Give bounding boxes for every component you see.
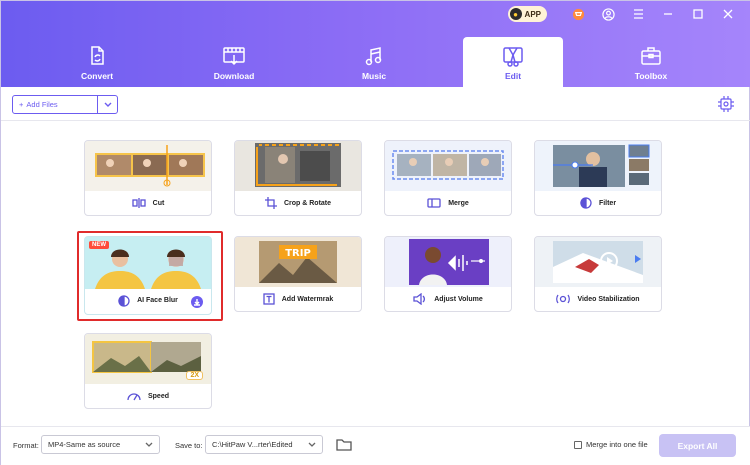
account-icon[interactable]: [593, 5, 623, 23]
filter-label: Filter: [598, 199, 617, 207]
tab-edit[interactable]: Edit: [463, 37, 563, 87]
header: ● APP Convert Download Music Edit Toolbo…: [1, 1, 750, 87]
export-all-button[interactable]: Export All: [659, 434, 736, 457]
maximize-icon[interactable]: [683, 5, 713, 23]
tab-label: Edit: [504, 71, 522, 81]
close-icon[interactable]: [713, 5, 743, 23]
card-label: Merge: [385, 191, 511, 215]
card-merge[interactable]: Merge: [384, 140, 512, 216]
format-label: Format:: [13, 441, 39, 450]
save-to-label: Save to:: [175, 441, 203, 450]
music-note-icon: [365, 47, 382, 66]
card-ai-face-blur[interactable]: NEW AI Face Blur: [84, 236, 212, 315]
tab-label: Convert: [80, 71, 114, 81]
speed-label: Speed: [147, 392, 169, 400]
card-cut[interactable]: Cut: [84, 140, 212, 216]
plus-icon: +: [19, 100, 24, 109]
feature-grid: Cut Crop & Rotate Merge Filter NEW AI Fa…: [1, 121, 750, 426]
merge-into-one-file[interactable]: Merge into one file: [574, 440, 648, 449]
merge-thumbnail: [385, 141, 511, 191]
format-value: MP4-Same as source: [48, 440, 121, 449]
convert-icon: [91, 46, 104, 65]
card-label: Adjust Volume: [385, 287, 511, 311]
merge-checkbox[interactable]: [574, 440, 582, 449]
new-badge: NEW: [89, 241, 109, 249]
filter-icon: [580, 197, 592, 209]
add-files-main-button[interactable]: + Add Files: [13, 96, 97, 113]
card-add-watermark[interactable]: TRIP Add Watermrak: [234, 236, 362, 312]
title-bar: ● APP: [507, 5, 743, 23]
speed-thumbnail: 2X: [85, 334, 211, 384]
crop-rotate-label: Crop & Rotate: [283, 199, 332, 207]
app-badge[interactable]: ● APP: [507, 6, 547, 22]
card-adjust-volume[interactable]: Adjust Volume: [384, 236, 512, 312]
video-stabilization-label: Video Stabilization: [577, 295, 640, 303]
stabilization-thumbnail: [535, 237, 661, 287]
card-label: Video Stabilization: [535, 287, 661, 311]
filter-thumbnail: [535, 141, 661, 191]
watermark-icon: [263, 293, 275, 305]
footer: Format: MP4-Same as source Save to: C:\H…: [1, 426, 750, 465]
edit-scissors-icon: [503, 47, 523, 67]
add-watermark-label: Add Watermrak: [281, 295, 334, 303]
save-to-select[interactable]: C:\HitPaw V...rter\Edited: [205, 435, 323, 454]
card-label: Cut: [85, 191, 211, 215]
card-filter[interactable]: Filter: [534, 140, 662, 216]
crop-icon: [264, 197, 277, 209]
card-video-stabilization[interactable]: Video Stabilization: [534, 236, 662, 312]
add-files-button: + Add Files: [12, 95, 118, 114]
face-blur-thumbnail: NEW: [85, 237, 211, 289]
volume-thumbnail: [385, 237, 511, 287]
tab-toolbox[interactable]: Toolbox: [601, 37, 701, 87]
card-label: Speed: [85, 384, 211, 408]
card-label: Add Watermrak: [235, 287, 361, 311]
save-to-value: C:\HitPaw V...rter\Edited: [212, 440, 293, 449]
merge-label: Merge into one file: [586, 440, 648, 449]
toolbar: + Add Files: [1, 87, 750, 121]
ai-face-blur-label: AI Face Blur: [137, 297, 178, 304]
hardware-acceleration-icon[interactable]: [717, 95, 735, 113]
watermark-thumbnail: TRIP: [235, 237, 361, 287]
chevron-down-icon: [308, 442, 316, 447]
stabilization-icon: [556, 294, 571, 304]
add-files-dropdown[interactable]: [98, 96, 117, 113]
cut-thumbnail: [85, 141, 211, 191]
merge-label: Merge: [448, 199, 469, 207]
cut-label: Cut: [152, 199, 165, 207]
tab-music[interactable]: Music: [324, 37, 424, 87]
open-folder-icon[interactable]: [336, 437, 352, 451]
adjust-volume-label: Adjust Volume: [434, 295, 483, 303]
card-label: Filter: [535, 191, 661, 215]
download-badge-icon[interactable]: [191, 296, 203, 308]
chevron-down-icon: [104, 102, 111, 107]
volume-icon: [413, 293, 426, 305]
app-window: ● APP Convert Download Music Edit Toolbo…: [0, 0, 750, 465]
format-select[interactable]: MP4-Same as source: [41, 435, 160, 454]
toolbox-icon: [641, 47, 661, 65]
crop-thumbnail: [235, 141, 361, 191]
card-crop-rotate[interactable]: Crop & Rotate: [234, 140, 362, 216]
face-blur-icon: [118, 294, 130, 307]
chevron-down-icon: [145, 442, 153, 447]
merge-icon: [427, 198, 441, 208]
main-tabs: Convert Download Music Edit Toolbox: [1, 37, 750, 87]
trip-watermark-text: TRIP: [285, 248, 311, 259]
add-files-label: Add Files: [26, 100, 58, 109]
tab-download[interactable]: Download: [184, 37, 284, 87]
cart-icon[interactable]: [563, 5, 593, 23]
speed-2x-badge: 2X: [186, 371, 203, 380]
card-speed[interactable]: 2X Speed: [84, 333, 212, 409]
tab-label: Toolbox: [634, 71, 668, 81]
cut-icon: [132, 198, 146, 208]
tab-label: Download: [213, 71, 255, 81]
download-film-icon: [223, 47, 245, 66]
card-label: Crop & Rotate: [235, 191, 361, 215]
minimize-icon[interactable]: [653, 5, 683, 23]
tab-convert[interactable]: Convert: [47, 37, 147, 87]
tab-label: Music: [361, 71, 387, 81]
app-badge-label: APP: [524, 9, 541, 19]
app-logo-icon: ●: [509, 8, 522, 20]
menu-icon[interactable]: [623, 5, 653, 23]
speed-icon: [127, 393, 141, 401]
